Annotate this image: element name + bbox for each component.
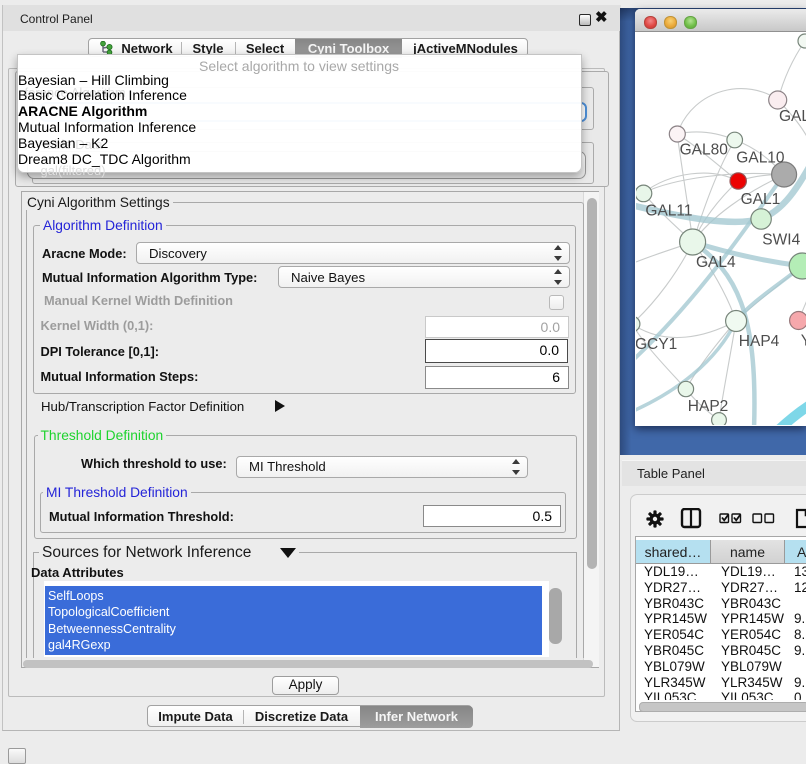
svg-text:GAL4: GAL4	[696, 254, 736, 271]
svg-text:GAL1: GAL1	[741, 191, 781, 208]
svg-text:GAL: GAL	[779, 108, 806, 125]
svg-text:HAP2: HAP2	[688, 398, 729, 415]
svg-text:GAL11: GAL11	[645, 202, 692, 219]
svg-text:GCY1: GCY1	[636, 336, 677, 353]
svg-text:GAL10: GAL10	[736, 149, 785, 166]
svg-text:Y: Y	[801, 332, 806, 349]
svg-text:HAP4: HAP4	[739, 333, 780, 350]
svg-text:SWI4: SWI4	[762, 232, 800, 249]
svg-text:GAL80: GAL80	[680, 142, 729, 159]
